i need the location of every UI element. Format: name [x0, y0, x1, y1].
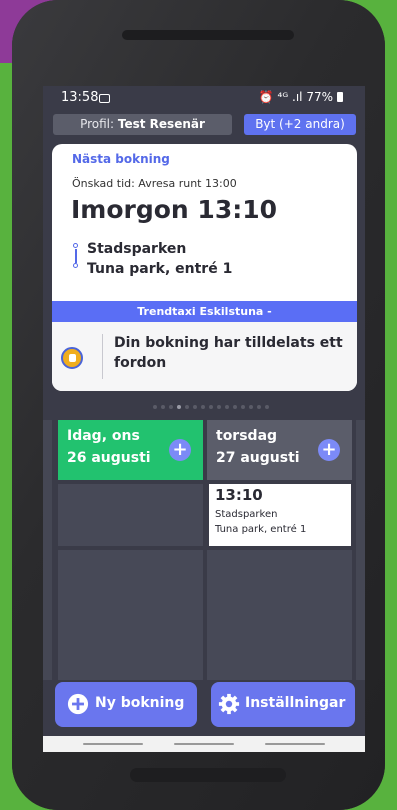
status-icons: ⏰ ⁴ᴳ .ıl 77% [259, 90, 343, 104]
status-indicators: ⏰ ⁴ᴳ .ıl 77% [258, 90, 333, 104]
day-name: torsdag [216, 428, 278, 444]
divider [102, 334, 103, 379]
origin-dot-icon [73, 243, 78, 248]
vehicle-icon [61, 347, 83, 369]
desired-time: Önskad tid: Avresa runt 13:00 [72, 177, 237, 190]
plus-circle-icon [67, 693, 89, 715]
profile-indicator: Profil: Test Resenär [53, 114, 232, 135]
nav-back[interactable] [83, 743, 143, 745]
status-text: Din bokning har tilldelats ett fordon [114, 335, 343, 371]
empty-slot [58, 550, 203, 680]
phone-bottom-bar [130, 768, 286, 782]
day-date: 27 augusti [216, 450, 300, 466]
page-indicator [153, 405, 269, 409]
new-booking-button[interactable]: Ny bokning [55, 682, 197, 727]
day-header-today[interactable]: Idag, ons 26 augusti + [58, 420, 203, 480]
route-from: Stadsparken [87, 241, 187, 257]
empty-slot [58, 484, 203, 546]
day-date: 26 augusti [67, 450, 151, 466]
day-header-tomorrow[interactable]: torsdag 27 augusti + [207, 420, 352, 480]
add-booking-tomorrow-button[interactable]: + [318, 439, 340, 461]
route-line [75, 249, 77, 263]
booking-time: 13:10 [215, 486, 263, 504]
app-screen: 13:58 ⏰ ⁴ᴳ .ıl 77% Profil: Test Resenär … [43, 86, 365, 752]
system-nav-bar [43, 736, 365, 752]
next-booking-label: Nästa bokning [72, 152, 170, 166]
add-booking-today-button[interactable]: + [169, 439, 191, 461]
status-bar: 13:58 ⏰ ⁴ᴳ .ıl 77% [43, 86, 365, 110]
day-name: Idag, ons [67, 428, 140, 444]
profile-prefix: Profil: [80, 117, 115, 131]
next-booking-card[interactable]: Nästa bokning Önskad tid: Avresa runt 13… [52, 144, 357, 391]
switch-profile-button[interactable]: Byt (+2 andra) [244, 114, 356, 135]
new-booking-label: Ny bokning [95, 695, 185, 711]
battery-icon [337, 92, 343, 102]
booking-from: Stadsparken [215, 509, 278, 520]
image-notification-icon [99, 94, 110, 103]
speaker-grille [122, 30, 294, 40]
booking-when: Imorgon 13:10 [71, 195, 278, 224]
clock: 13:58 [61, 90, 99, 105]
profile-name: Test Resenär [117, 117, 205, 131]
destination-dot-icon [73, 263, 78, 268]
operator-banner: Trendtaxi Eskilstuna - [52, 301, 357, 322]
settings-button[interactable]: Inställningar [211, 682, 355, 727]
route-to: Tuna park, entré 1 [87, 261, 233, 277]
nav-home[interactable] [174, 743, 234, 745]
prev-day-edge [43, 420, 52, 680]
next-day-edge [356, 420, 365, 680]
booking-status: Din bokning har tilldelats ett fordon [52, 322, 357, 391]
empty-slot [207, 550, 352, 680]
booking-to: Tuna park, entré 1 [215, 524, 307, 535]
nav-recents[interactable] [265, 743, 325, 745]
settings-label: Inställningar [245, 695, 346, 711]
booking-entry[interactable]: 13:10 Stadsparken Tuna park, entré 1 [209, 484, 351, 546]
gear-icon [218, 693, 240, 715]
